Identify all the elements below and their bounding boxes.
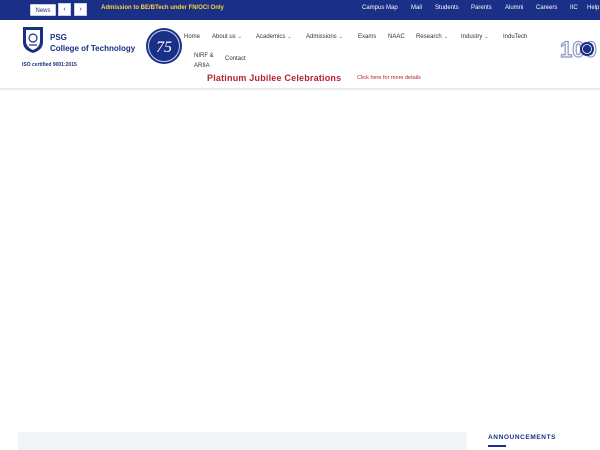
- chevron-right-icon[interactable]: ›: [74, 3, 87, 16]
- top-link-alumni[interactable]: Alumni: [505, 5, 523, 11]
- nav-exams[interactable]: Exams: [358, 34, 376, 40]
- chevron-down-icon: ⌄: [338, 34, 343, 40]
- brand-subtitle: College of Technology: [50, 44, 136, 53]
- nav-home[interactable]: Home: [184, 34, 200, 40]
- top-link-students[interactable]: Students: [435, 5, 459, 11]
- site-header: PSG College of Technology ISO certified …: [0, 20, 600, 89]
- chevron-left-icon[interactable]: ‹: [58, 3, 71, 16]
- iso-certification: ISO certified 9001:2015: [22, 62, 77, 68]
- nav-admissions[interactable]: Admissions ⌄: [306, 34, 343, 40]
- chevron-down-icon: ⌄: [443, 34, 448, 40]
- top-bar: News ‹ › Admission to BE/BTech under FN/…: [0, 0, 600, 20]
- announcements-underline: [488, 445, 506, 447]
- top-link-campus-map[interactable]: Campus Map: [362, 5, 398, 11]
- nav-nirf-ariia[interactable]: NIRF & ARIIA: [194, 51, 220, 71]
- top-link-careers[interactable]: Careers: [536, 5, 557, 11]
- chevron-down-icon: ⌄: [237, 34, 242, 40]
- announcements-heading: ANNOUNCEMENTS: [488, 434, 557, 441]
- nav-industry[interactable]: Industry ⌄: [461, 34, 489, 40]
- nav-indutech[interactable]: InduTech: [503, 34, 527, 40]
- top-link-help[interactable]: Help: [587, 5, 599, 11]
- chevron-down-icon: ⌄: [287, 34, 292, 40]
- news-ticker[interactable]: Admission to BE/BTech under FN/OCI Only: [101, 4, 224, 12]
- nav-about-us[interactable]: About us ⌄: [212, 34, 242, 40]
- platinum-jubilee-link[interactable]: Click here for more details: [357, 75, 421, 81]
- content-panel: [18, 432, 467, 450]
- nav-contact[interactable]: Contact: [225, 56, 246, 62]
- nav-naac[interactable]: NAAC: [388, 34, 405, 40]
- jubilee-number: 75: [156, 39, 172, 56]
- nav-research[interactable]: Research ⌄: [416, 34, 448, 40]
- nav-academics[interactable]: Academics ⌄: [256, 34, 292, 40]
- top-link-mail[interactable]: Mail: [411, 5, 422, 11]
- news-button[interactable]: News: [30, 4, 56, 16]
- centenary-logo[interactable]: 100: [560, 36, 600, 62]
- chevron-down-icon: ⌄: [484, 34, 489, 40]
- brand-name: PSG: [50, 33, 67, 42]
- platinum-jubilee-logo[interactable]: 75: [145, 27, 183, 65]
- top-link-parents[interactable]: Parents: [471, 5, 492, 11]
- college-crest-logo[interactable]: [22, 26, 44, 54]
- platinum-jubilee-title[interactable]: Platinum Jubilee Celebrations: [207, 73, 341, 83]
- top-link-iic[interactable]: IIC: [570, 5, 578, 11]
